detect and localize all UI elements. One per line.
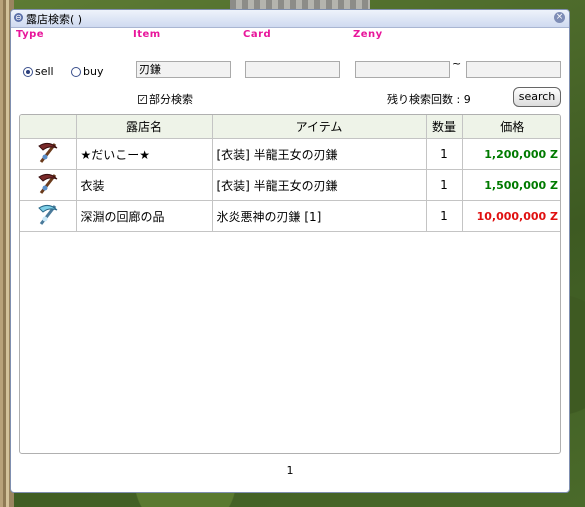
item-name: [衣装] 半龍王女の刃鎌 <box>212 138 427 170</box>
header-item[interactable]: アイテム <box>212 115 427 139</box>
radio-buy-label: buy <box>83 65 104 78</box>
window-menu-icon[interactable]: ⊖ <box>14 13 23 22</box>
vending-search-window: ⊖ 露店検索( ) × Type Item Card Zeny sell buy… <box>10 9 570 493</box>
scythe-icon <box>37 142 58 163</box>
quantity: 1 <box>426 200 463 232</box>
price: 1,500,000 Z <box>462 169 560 201</box>
zeny-min-input[interactable] <box>355 61 450 78</box>
zeny-range-separator: ~ <box>452 57 462 70</box>
results-list: 露店名 アイテム 数量 価格 ★だいこー★ [衣装] 半龍王女の刃鎌 1 1,2… <box>19 114 561 454</box>
table-row[interactable]: ★だいこー★ [衣装] 半龍王女の刃鎌 1 1,200,000 Z <box>20 138 560 170</box>
item-label: Item <box>133 29 161 40</box>
table-row[interactable]: 深淵の回廊の品 氷炎悪神の刃鎌 [1] 1 10,000,000 Z <box>20 200 560 232</box>
partial-search-checkbox[interactable]: ✓ 部分検索 <box>138 91 193 107</box>
zeny-max-input[interactable] <box>466 61 561 78</box>
quantity: 1 <box>426 169 463 201</box>
remaining-searches-text: 残り検索回数 : 9 <box>387 93 471 106</box>
page-number[interactable]: 1 <box>11 464 569 477</box>
scythe-icon <box>37 173 58 194</box>
row-icon-cell <box>20 169 77 201</box>
partial-search-label: 部分検索 <box>149 93 193 106</box>
price: 1,200,000 Z <box>462 138 560 170</box>
search-button[interactable]: search <box>513 87 561 107</box>
header-quantity[interactable]: 数量 <box>426 115 463 139</box>
header-icon <box>20 115 77 139</box>
radio-sell-label: sell <box>35 65 54 78</box>
price: 10,000,000 Z <box>462 200 560 232</box>
results-table: 露店名 アイテム 数量 価格 ★だいこー★ [衣装] 半龍王女の刃鎌 1 1,2… <box>20 115 560 232</box>
radio-sell-dot[interactable] <box>23 66 33 77</box>
table-header-row: 露店名 アイテム 数量 価格 <box>20 115 560 139</box>
checkbox-check-icon[interactable]: ✓ <box>138 94 147 104</box>
item-name-input[interactable]: 刃鎌 <box>136 61 231 78</box>
shop-name: 深淵の回廊の品 <box>76 200 213 232</box>
close-icon[interactable]: × <box>554 12 565 23</box>
type-label: Type <box>16 29 45 40</box>
header-shop-name[interactable]: 露店名 <box>76 115 213 139</box>
card-name-input[interactable] <box>245 61 340 78</box>
header-price[interactable]: 価格 <box>462 115 560 139</box>
radio-buy-dot[interactable] <box>71 66 81 77</box>
shop-name: 衣装 <box>76 169 213 201</box>
card-label: Card <box>243 29 272 40</box>
window-title: 露店検索( ) <box>26 13 83 26</box>
zeny-label: Zeny <box>353 29 383 40</box>
quantity: 1 <box>426 138 463 170</box>
row-icon-cell <box>20 138 77 170</box>
title-bar[interactable]: ⊖ 露店検索( ) × <box>11 10 569 28</box>
item-name: 氷炎悪神の刃鎌 [1] <box>212 200 427 232</box>
radio-sell[interactable]: sell <box>23 65 54 78</box>
shop-name: ★だいこー★ <box>76 138 213 170</box>
row-icon-cell <box>20 200 77 232</box>
ice-scythe-icon <box>37 204 58 225</box>
radio-buy[interactable]: buy <box>71 65 103 78</box>
table-row[interactable]: 衣装 [衣装] 半龍王女の刃鎌 1 1,500,000 Z <box>20 169 560 201</box>
item-name: [衣装] 半龍王女の刃鎌 <box>212 169 427 201</box>
